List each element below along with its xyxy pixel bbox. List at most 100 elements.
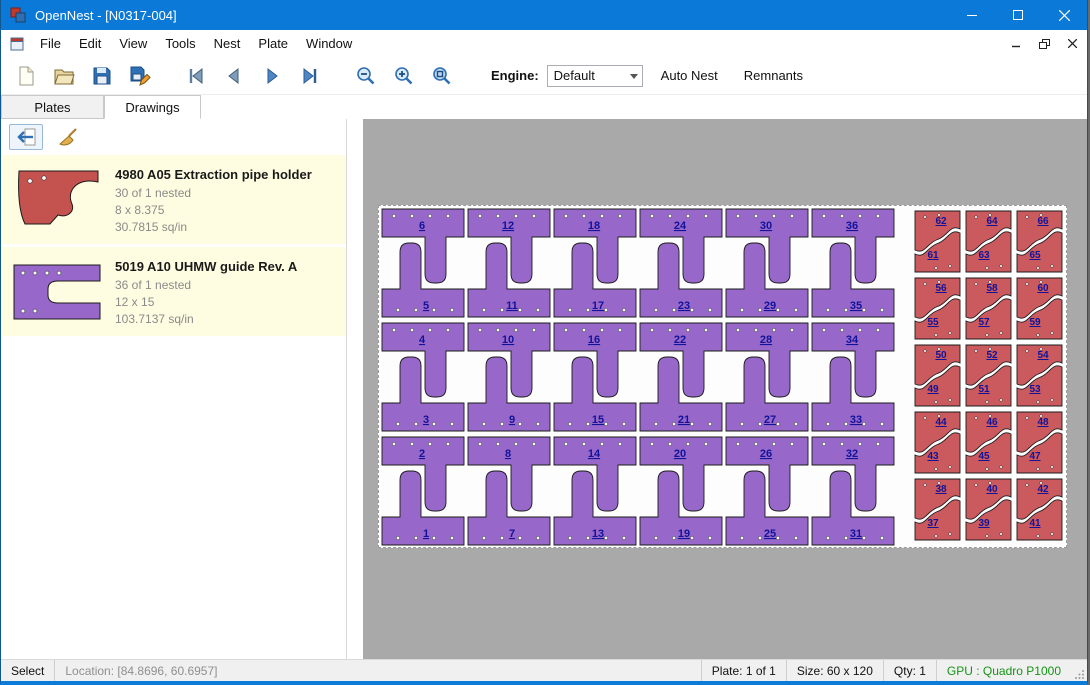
nested-part-pair[interactable]: 20 19: [638, 434, 724, 548]
part-number: 29: [764, 300, 776, 312]
maximize-button[interactable]: [995, 0, 1041, 30]
next-button[interactable]: [257, 61, 287, 91]
engine-select[interactable]: Default: [547, 65, 643, 87]
part-number: 25: [764, 528, 776, 540]
save-as-button[interactable]: [125, 61, 155, 91]
nested-part-pair[interactable]: 32 31: [810, 434, 896, 548]
nested-part-pair[interactable]: 40 39: [963, 476, 1014, 543]
app-window: OpenNest - [N0317-004] File Edit View To…: [0, 0, 1088, 685]
new-button[interactable]: [11, 61, 41, 91]
clean-button[interactable]: [51, 124, 85, 150]
grip-dots-icon: [1075, 669, 1085, 679]
save-button[interactable]: [87, 61, 117, 91]
part-number: 4: [419, 334, 426, 346]
menu-item-plate[interactable]: Plate: [249, 32, 297, 55]
nested-part-pair[interactable]: 18 17: [552, 206, 638, 320]
part-number: 3: [423, 414, 429, 426]
nested-part-pair[interactable]: 42 41: [1014, 476, 1065, 543]
auto-nest-button[interactable]: Auto Nest: [653, 64, 726, 87]
part-number: 28: [760, 334, 772, 346]
nested-part-pair[interactable]: 26 25: [724, 434, 810, 548]
nested-part-pair[interactable]: 54 53: [1014, 342, 1065, 409]
part-number: 59: [1029, 317, 1041, 328]
part-pair-graphic: 40 39: [963, 476, 1014, 543]
part-number: 12: [502, 220, 514, 232]
nested-part-pair[interactable]: 48 47: [1014, 409, 1065, 476]
nested-part-pair[interactable]: 56 55: [912, 275, 963, 342]
part-number: 11: [506, 300, 518, 312]
toolbar: Engine: Default Auto Nest Remnants: [1, 57, 1087, 95]
first-button[interactable]: [181, 61, 211, 91]
nested-part-pair[interactable]: 62 61: [912, 208, 963, 275]
part-number: 8: [505, 448, 511, 460]
nested-part-pair[interactable]: 16 15: [552, 320, 638, 434]
mdi-minimize-button[interactable]: [1007, 36, 1025, 52]
nested-part-pair[interactable]: 10 9: [466, 320, 552, 434]
zoom-fit-button[interactable]: [427, 61, 457, 91]
part-nested-count: 36 of 1 nested: [115, 277, 297, 294]
nested-part-pair[interactable]: 36 35: [810, 206, 896, 320]
last-button[interactable]: [295, 61, 325, 91]
plate[interactable]: 6 5 12 11 18 17 24 23 30 29 36 35 4 3: [378, 205, 1067, 548]
part-title: 4980 A05 Extraction pipe holder: [115, 167, 312, 182]
nested-part-pair[interactable]: 8 7: [466, 434, 552, 548]
import-drawing-button[interactable]: [9, 124, 43, 150]
part-pair-graphic: 2 1: [380, 434, 466, 548]
tab-drawings[interactable]: Drawings: [104, 95, 201, 119]
nested-part-pair[interactable]: 46 45: [963, 409, 1014, 476]
zoom-out-button[interactable]: [351, 61, 381, 91]
nested-part-pair[interactable]: 14 13: [552, 434, 638, 548]
status-size: Size: 60 x 120: [786, 660, 883, 681]
menu-item-edit[interactable]: Edit: [70, 32, 110, 55]
nested-part-pair[interactable]: 34 33: [810, 320, 896, 434]
previous-button[interactable]: [219, 61, 249, 91]
nested-part-pair[interactable]: 66 65: [1014, 208, 1065, 275]
nested-part-pair[interactable]: 22 21: [638, 320, 724, 434]
part-pair-graphic: 12 11: [466, 206, 552, 320]
part-pair-graphic: 8 7: [466, 434, 552, 548]
zoom-in-button[interactable]: [389, 61, 419, 91]
open-button[interactable]: [49, 61, 79, 91]
previous-icon: [222, 64, 246, 88]
part-pair-graphic: 42 41: [1014, 476, 1065, 543]
part-number: 27: [764, 414, 776, 426]
drawing-list-item[interactable]: 4980 A05 Extraction pipe holder 30 of 1 …: [1, 155, 346, 244]
tab-plates[interactable]: Plates: [1, 95, 104, 119]
nested-part-pair[interactable]: 52 51: [963, 342, 1014, 409]
chevron-down-icon: [630, 74, 638, 79]
nested-part-pair[interactable]: 50 49: [912, 342, 963, 409]
nested-part-pair[interactable]: 2 1: [380, 434, 466, 548]
menu-item-view[interactable]: View: [110, 32, 156, 55]
nest-canvas[interactable]: 6 5 12 11 18 17 24 23 30 29 36 35 4 3: [346, 119, 1087, 659]
part-pair-graphic: 54 53: [1014, 342, 1065, 409]
nested-part-pair[interactable]: 44 43: [912, 409, 963, 476]
close-button[interactable]: [1041, 0, 1087, 30]
mdi-restore-button[interactable]: [1035, 36, 1053, 52]
part-pair-graphic: 50 49: [912, 342, 963, 409]
nested-part-pair[interactable]: 64 63: [963, 208, 1014, 275]
nested-part-pair[interactable]: 38 37: [912, 476, 963, 543]
mdi-close-button[interactable]: [1063, 36, 1081, 52]
nested-part-pair[interactable]: 58 57: [963, 275, 1014, 342]
nested-part-pair[interactable]: 12 11: [466, 206, 552, 320]
part-number: 10: [502, 334, 514, 346]
nest-viewport[interactable]: 6 5 12 11 18 17 24 23 30 29 36 35 4 3: [363, 119, 1087, 659]
menu-item-window[interactable]: Window: [297, 32, 361, 55]
nested-part-pair[interactable]: 30 29: [724, 206, 810, 320]
resize-grip[interactable]: [1071, 660, 1087, 681]
part-number: 24: [674, 220, 687, 232]
nested-part-pair[interactable]: 4 3: [380, 320, 466, 434]
nested-part-pair[interactable]: 60 59: [1014, 275, 1065, 342]
nested-part-pair[interactable]: 28 27: [724, 320, 810, 434]
nested-part-pair[interactable]: 6 5: [380, 206, 466, 320]
menu-item-nest[interactable]: Nest: [205, 32, 250, 55]
drawing-list-item[interactable]: 5019 A10 UHMW guide Rev. A 36 of 1 neste…: [1, 247, 346, 336]
part-number: 54: [1037, 350, 1049, 361]
minimize-button[interactable]: [949, 0, 995, 30]
menu-item-file[interactable]: File: [31, 32, 70, 55]
import-arrow-icon: [15, 127, 37, 147]
menu-item-tools[interactable]: Tools: [156, 32, 204, 55]
remnants-button[interactable]: Remnants: [736, 64, 811, 87]
nested-part-pair[interactable]: 24 23: [638, 206, 724, 320]
part-number: 22: [674, 334, 686, 346]
